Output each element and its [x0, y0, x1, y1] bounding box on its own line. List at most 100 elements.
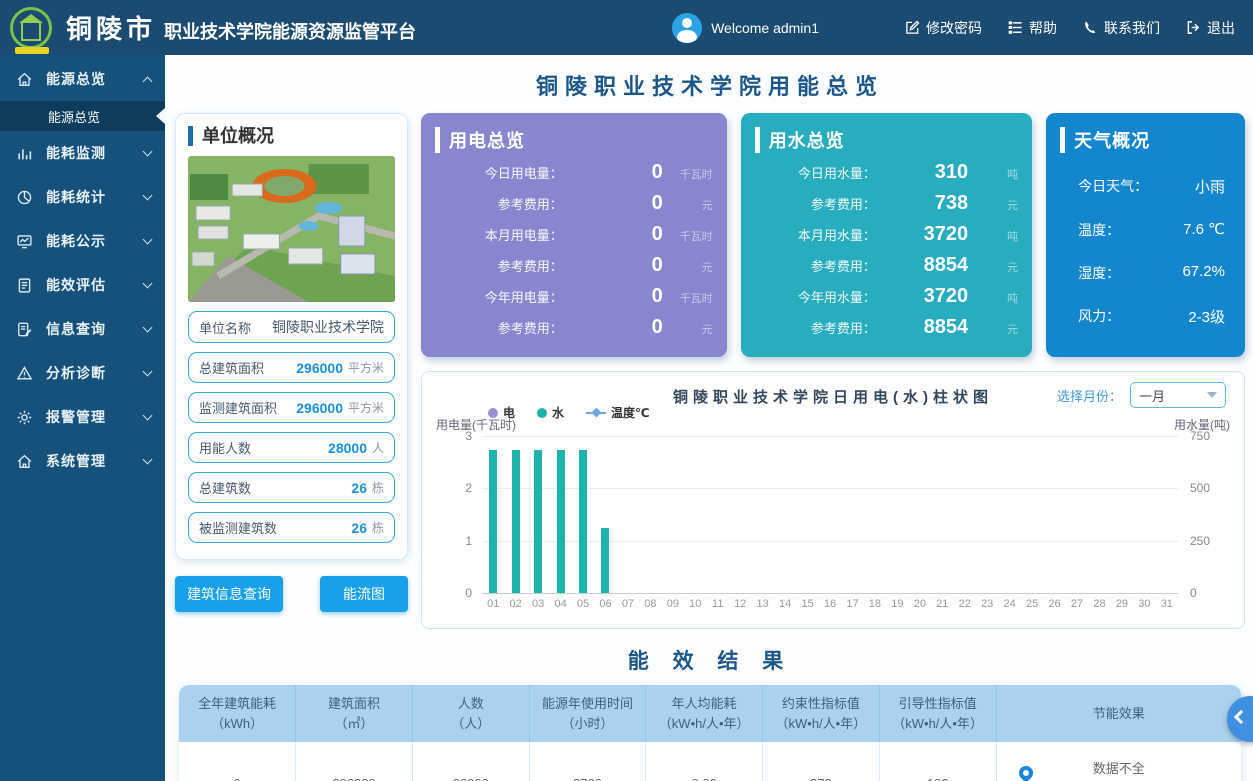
energy-flow-button[interactable]: 能流图 — [320, 576, 408, 612]
sidebar-subitem-energy-overview[interactable]: 能源总览 — [0, 101, 165, 131]
sidebar-item-analysis-diagnosis[interactable]: 分析诊断 — [0, 351, 165, 395]
logo-badge — [15, 47, 49, 54]
x-tick-label: 16 — [819, 598, 841, 610]
stat-row: 今年用电量：0千瓦时 — [435, 285, 713, 308]
cell-people-count: 28000 — [412, 742, 529, 781]
brand-platform: 职业技术学院能源资源监管平台 — [164, 18, 416, 44]
brand-city: 铜陵市 — [66, 9, 156, 46]
cell-per-capita-energy: 0.00 — [646, 742, 763, 781]
weather-overview-panel: 天气概况 今日天气：小雨 温度：7.6 ℃ 湿度：67.2% 风力：2-3级 — [1046, 113, 1245, 357]
stat-row: 本月用电量：0千瓦时 — [435, 223, 713, 246]
electricity-panel-title: 用电总览 — [435, 127, 713, 153]
x-tick-label: 30 — [1133, 598, 1155, 610]
weather-row: 湿度：67.2% — [1060, 263, 1231, 283]
cell-annual-energy: 0 — [179, 742, 296, 781]
bar-slot — [864, 436, 886, 593]
help-button[interactable]: 帮助 — [1008, 18, 1057, 38]
legend-water[interactable]: 水 — [537, 404, 564, 421]
chart-plot-area: 3 2 1 0 750 500 250 0 — [482, 436, 1178, 594]
field-total-building-area: 总建筑面积 296000 平方米 — [188, 352, 395, 383]
bar-slot — [1043, 436, 1065, 593]
col-people-count: 人数（人） — [412, 685, 529, 742]
warning-triangle-icon — [16, 365, 34, 382]
user-avatar[interactable] — [672, 13, 702, 43]
water-dot-icon — [537, 408, 547, 418]
bar-slot — [1133, 436, 1155, 593]
water-bar — [579, 450, 587, 593]
stat-row: 参考费用：738元 — [755, 192, 1018, 215]
app-logo-icon — [10, 7, 52, 49]
weather-row: 今日天气：小雨 — [1060, 176, 1231, 197]
energy-efficiency-result-title: 能 效 结 果 — [175, 645, 1245, 675]
x-tick-label: 11 — [707, 598, 729, 610]
bar-slot — [841, 436, 863, 593]
bar-slot — [549, 436, 571, 593]
table-header-row: 全年建筑能耗（kWh） 建筑面积（㎡） 人数（人） 能源年使用时间（小时） 年人… — [179, 685, 1241, 742]
bar-slot — [729, 436, 751, 593]
water-bar — [534, 450, 542, 593]
bar-slot — [594, 436, 616, 593]
x-tick-label: 31 — [1156, 598, 1178, 610]
bar-slot — [976, 436, 998, 593]
stat-row: 参考费用：8854元 — [755, 316, 1018, 339]
x-tick-label: 26 — [1043, 598, 1065, 610]
bar-slot — [572, 436, 594, 593]
building-info-query-button[interactable]: 建筑信息查询 — [175, 576, 283, 612]
water-bar — [489, 450, 497, 593]
sidebar-item-energy-overview[interactable]: 能源总览 — [0, 57, 165, 101]
field-total-buildings: 总建筑数 26 栋 — [188, 472, 395, 503]
x-tick-label: 10 — [684, 598, 706, 610]
sidebar-item-energy-monitoring[interactable]: 能耗监测 — [0, 131, 165, 175]
sidebar-item-info-query[interactable]: 信息查询 — [0, 307, 165, 351]
stat-row: 参考费用：0元 — [435, 254, 713, 277]
bar-slot — [684, 436, 706, 593]
x-tick-label: 02 — [504, 598, 526, 610]
cell-saving-effect: 数据不全 182 273 — [996, 742, 1241, 781]
chart-x-labels: 0102030405060708091011121314151617181920… — [482, 598, 1178, 610]
sidebar-item-system-management[interactable]: 系统管理 — [0, 439, 165, 483]
x-tick-label: 12 — [729, 598, 751, 610]
x-tick-label: 28 — [1088, 598, 1110, 610]
legend-temperature[interactable]: 温度℃ — [586, 404, 650, 421]
weather-panel-title: 天气概况 — [1060, 127, 1231, 153]
sidebar-item-alarm-management[interactable]: 报警管理 — [0, 395, 165, 439]
sidebar-item-energy-efficiency-evaluation[interactable]: 能效评估 — [0, 263, 165, 307]
y-tick-label: 0 — [465, 586, 472, 600]
welcome-text: Welcome admin1 — [711, 20, 819, 36]
col-annual-usage-hours: 能源年使用时间（小时） — [529, 685, 646, 742]
weather-row: 风力：2-3级 — [1060, 306, 1231, 327]
y-tick-label: 1 — [465, 534, 472, 548]
x-tick-label: 06 — [594, 598, 616, 610]
phone-icon — [1083, 20, 1098, 35]
gear-icon — [16, 409, 34, 426]
logout-button[interactable]: 退出 — [1186, 18, 1235, 38]
x-tick-label: 21 — [931, 598, 953, 610]
month-select[interactable]: 一月 — [1130, 382, 1226, 408]
stat-row: 今日用水量：310吨 — [755, 161, 1018, 184]
x-tick-label: 07 — [617, 598, 639, 610]
col-binding-indicator: 约束性指标值（kW•h/人•年） — [763, 685, 880, 742]
bar-slot — [998, 436, 1020, 593]
bar-slot — [909, 436, 931, 593]
monitor-chart-icon — [16, 233, 34, 250]
bar-slot — [751, 436, 773, 593]
change-password-button[interactable]: 修改密码 — [905, 18, 982, 38]
month-select-label: 选择月份： — [1057, 386, 1122, 405]
bar-slot — [954, 436, 976, 593]
contact-us-button[interactable]: 联系我们 — [1083, 18, 1160, 38]
x-tick-label: 14 — [774, 598, 796, 610]
cell-binding-indicator: 273 — [763, 742, 880, 781]
y-tick-label: 0 — [1190, 586, 1197, 600]
col-per-capita-energy: 年人均能耗（kW•h/人•年） — [646, 685, 763, 742]
bar-slot — [931, 436, 953, 593]
chevron-down-icon — [143, 367, 153, 377]
sidebar-item-energy-publicity[interactable]: 能耗公示 — [0, 219, 165, 263]
bar-slot — [504, 436, 526, 593]
col-saving-effect: 节能效果 — [996, 685, 1241, 742]
main-content: 铜陵职业技术学院用能总览 单位概况 — [165, 55, 1253, 781]
document-icon — [16, 277, 34, 294]
x-tick-label: 13 — [751, 598, 773, 610]
sidebar-item-energy-statistics[interactable]: 能耗统计 — [0, 175, 165, 219]
x-tick-label: 22 — [954, 598, 976, 610]
logo-house-shape — [21, 21, 41, 41]
